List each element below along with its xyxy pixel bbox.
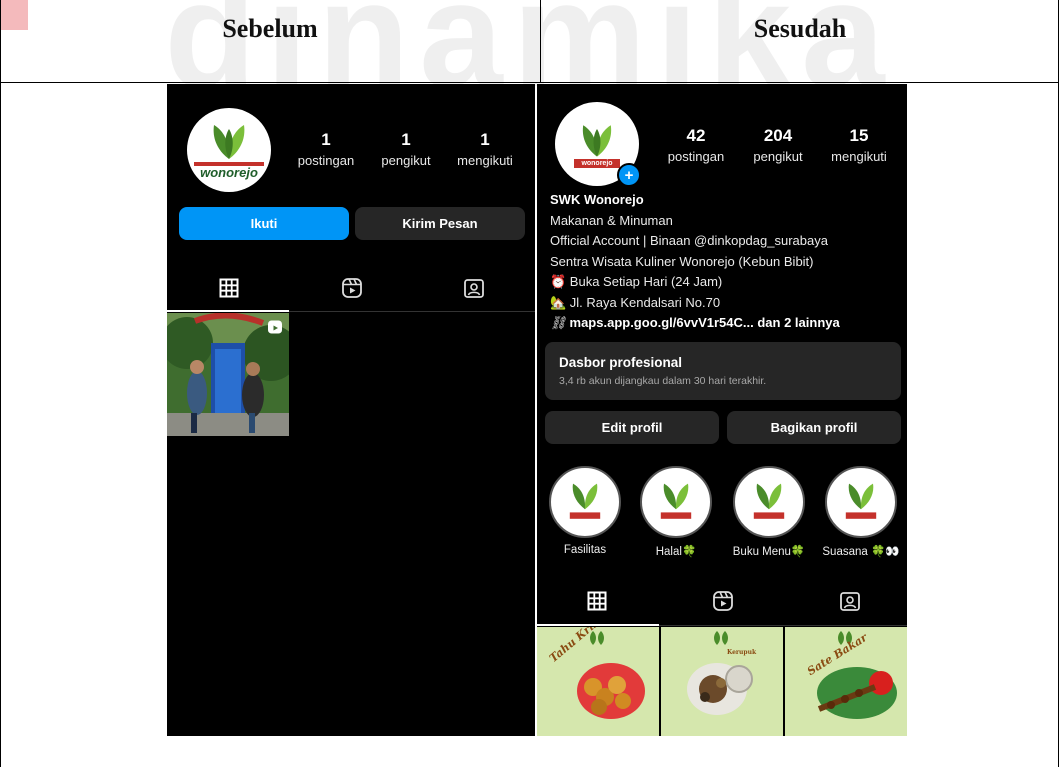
stat-following-value: 15	[849, 126, 869, 145]
post-thumbnail[interactable]: Tahu Krispy	[537, 627, 659, 736]
bio-line: Sentra Wisata Kuliner Wonorejo (Kebun Bi…	[550, 253, 814, 269]
before-profile-screen: wonorejo 1 postingan 1 pengikut 1 mengik…	[167, 84, 535, 736]
reels-icon[interactable]	[712, 590, 734, 612]
before-avatar[interactable]: wonorejo	[187, 108, 271, 192]
stat-posts[interactable]: 42 postingan	[661, 126, 731, 164]
bio-line: 🏡 Jl. Raya Kendalsari No.70	[550, 294, 721, 310]
follow-button[interactable]: Ikuti	[179, 207, 349, 240]
active-tab-indicator	[537, 624, 659, 626]
dashboard-title: Dasbor profesional	[559, 355, 683, 370]
stat-posts-label: postingan	[297, 153, 355, 168]
highlight-ring	[640, 466, 712, 538]
stat-followers-value: 204	[763, 126, 793, 145]
stat-followers-value: 1	[401, 130, 411, 149]
header-after: Sesudah	[753, 14, 847, 43]
after-profile-screen: wonorejo + 42 postingan 204 pengikut 15 …	[537, 84, 907, 736]
stat-posts-value: 42	[686, 126, 706, 145]
profile-name: SWK Wonorejo	[550, 192, 644, 207]
leaf-logo-icon	[845, 483, 877, 519]
stat-followers-label: pengikut	[381, 153, 431, 168]
stat-following[interactable]: 1 mengikuti	[449, 130, 521, 168]
tagged-icon[interactable]	[463, 277, 485, 299]
stat-following-label: mengikuti	[831, 149, 887, 164]
highlight-ring	[825, 466, 897, 538]
post-title: Kerupuk	[727, 649, 757, 656]
highlight-label: Buku Menu🍀	[732, 546, 806, 558]
profile-link[interactable]: ⛓ maps.app.goo.gl/6vvV1r54C... dan 2 lain…	[550, 313, 900, 334]
grid-icon[interactable]	[587, 591, 607, 611]
logo-band: wonorejo	[574, 158, 620, 168]
bio-line: Official Account | Binaan @dinkopdag_sur…	[550, 233, 828, 248]
leaf-logo-icon	[582, 124, 612, 157]
highlight-ring	[549, 466, 621, 538]
table-header-divider	[0, 82, 1059, 83]
stat-followers-label: pengikut	[753, 149, 803, 164]
leaf-logo-icon	[213, 124, 245, 159]
profile-bio: SWK Wonorejo Makanan & Minuman Official …	[550, 190, 900, 334]
highlight-buku-menu[interactable]: Buku Menu🍀	[724, 466, 814, 558]
highlight-label: Halal🍀	[655, 546, 697, 558]
post-thumbnail[interactable]: Sate Bakar	[785, 627, 907, 736]
professional-dashboard[interactable]: Dasbor profesional 3,4 rb akun dijangkau…	[545, 342, 901, 400]
edit-profile-button[interactable]: Edit profil	[545, 411, 719, 444]
stat-following-value: 1	[480, 130, 490, 149]
stat-followers[interactable]: 204 pengikut	[745, 126, 811, 164]
highlight-suasana[interactable]: Suasana 🍀👀	[816, 466, 906, 558]
highlight-label: Fasilitas	[563, 544, 607, 556]
tagged-icon[interactable]	[839, 590, 861, 612]
tab-divider	[659, 625, 907, 626]
reels-icon[interactable]	[341, 277, 363, 299]
send-message-button[interactable]: Kirim Pesan	[355, 207, 525, 240]
stat-posts[interactable]: 1 postingan	[291, 130, 361, 168]
stat-following[interactable]: 15 mengikuti	[823, 126, 895, 164]
post-image	[537, 627, 659, 736]
highlight-label: Suasana 🍀👀	[822, 546, 900, 558]
table-border-left	[0, 0, 1, 767]
stat-following-label: mengikuti	[457, 153, 513, 168]
leaf-logo-icon	[569, 483, 601, 519]
highlight-fasilitas[interactable]: Fasilitas	[542, 466, 628, 556]
header-before: Sebelum	[222, 14, 318, 43]
bio-line: ⏰ Buka Setiap Hari (24 Jam)	[550, 274, 723, 289]
highlight-halal[interactable]: Halal🍀	[633, 466, 719, 558]
post-thumbnail[interactable]: Kerupuk	[661, 627, 783, 736]
profile-category: Makanan & Minuman	[550, 212, 673, 228]
stat-followers[interactable]: 1 pengikut	[373, 130, 439, 168]
share-profile-button[interactable]: Bagikan profil	[727, 411, 901, 444]
grid-icon[interactable]	[219, 278, 239, 298]
post-image	[661, 627, 783, 736]
active-tab-indicator	[167, 310, 289, 312]
dashboard-subtitle: 3,4 rb akun dijangkau dalam 30 hari tera…	[559, 375, 767, 387]
post-thumbnail[interactable]	[167, 313, 289, 436]
stat-posts-value: 1	[321, 130, 331, 149]
logo-wordmark: wonorejo	[200, 164, 258, 180]
leaf-logo-icon	[753, 483, 785, 519]
add-story-plus-icon[interactable]: +	[617, 163, 641, 187]
tab-divider	[289, 311, 535, 312]
reel-badge-icon	[268, 320, 282, 334]
stat-posts-label: postingan	[667, 149, 725, 164]
leaf-logo-icon	[660, 483, 692, 519]
profile-link-text: maps.app.goo.gl/6vvV1r54C... dan 2 lainn…	[569, 315, 840, 330]
highlight-ring	[733, 466, 805, 538]
link-icon: ⛓	[550, 315, 567, 330]
